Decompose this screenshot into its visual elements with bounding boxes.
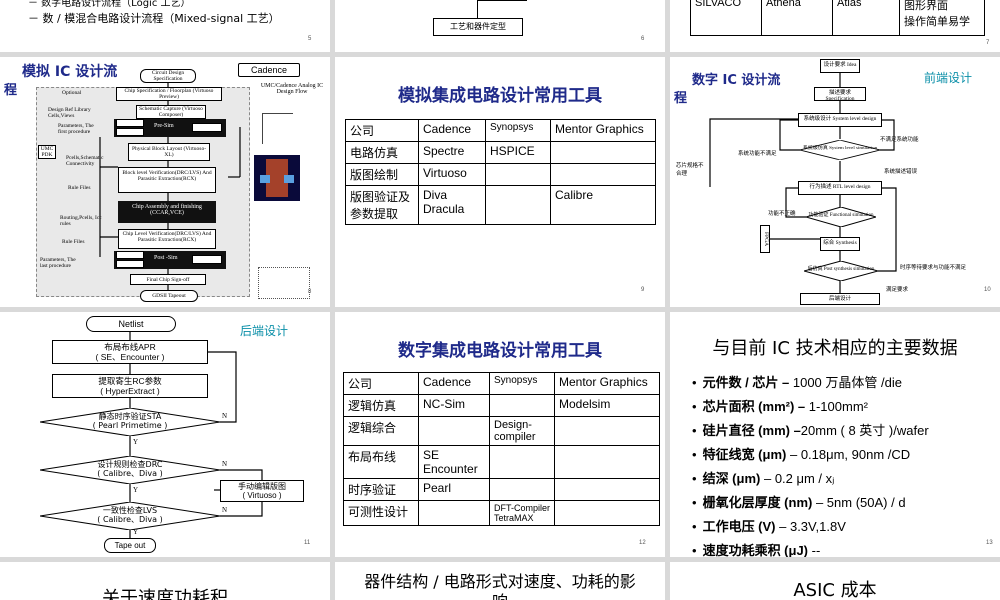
table-cell: Mentor Graphics [554,372,660,395]
table-cell [489,394,555,417]
table-cell: Pearl [418,478,490,501]
slide-13[interactable]: 与目前 IC 技术相应的主要数据 元件数 / 芯片 – 1000 万晶体管 /d… [670,312,1000,557]
table-cell: 逻辑综合 [343,416,419,446]
table-cell [554,500,660,526]
slide-number: 8 [308,289,312,295]
table-cell [489,445,555,479]
list-item: 栅氧化层厚度 (nm) – 5nm (50A) / d [692,492,929,511]
slide-14[interactable]: 关于速度功耗积 [0,562,330,600]
flow-arrows [129,332,263,538]
table-cell: Mentor Graphics [550,119,656,142]
table-cell: HSPICE [485,141,551,164]
table-cell: Spectre [418,141,486,164]
table-cell: Athena [761,0,833,36]
table-cell: Calibre [550,185,656,225]
list-item: 特征线宽 (μm) – 0.18μm, 90nm /CD [692,444,929,463]
table-cell: 布局布线 [343,445,419,479]
slide-number: 11 [304,540,311,546]
slide-number: 13 [986,540,993,546]
connector-line-h [477,0,527,1]
slide-title: 数字集成电路设计常用工具 [398,341,602,361]
table-cell [550,141,656,164]
table-cell [485,163,551,186]
list-item: 速度功耗乘积 (μJ) -- [692,540,929,557]
slide-12[interactable]: 数字集成电路设计常用工具 公司 Cadence Synopsys Mentor … [335,312,665,557]
slide-title: ASIC 成本 [793,580,877,600]
table-cell [554,445,660,479]
table-cell [554,416,660,446]
table-cell: 公司 [343,372,419,395]
list-item: 元件数 / 芯片 – 1000 万晶体管 /die [692,372,929,391]
slide-8[interactable]: 模拟 IC 设计流 程 Cadence UMC/Cadence Analog I… [0,57,330,307]
table-cell: 时序验证 [343,478,419,501]
table-cell: Cadence [418,119,486,142]
table-cell [485,185,551,225]
table-cell: 逻辑仿真 [343,394,419,417]
analog-tools-table: 公司 Cadence Synopsys Mentor Graphics 电路仿真… [345,119,656,225]
process-device-box: 工艺和器件定型 [433,18,523,36]
slide-number: 9 [641,287,645,293]
table-cell: Diva Dracula [418,185,486,225]
list-item: 工作电压 (V) – 3.3V,1.8V [692,516,929,535]
table-cell: Synopsys [489,372,555,395]
table-cell [550,163,656,186]
table-cell [489,478,555,501]
list-item: 硅片直径 (mm) –20mm ( 8 英寸 )/wafer [692,420,929,439]
slide-16[interactable]: ASIC 成本 [670,562,1000,600]
slide-number: 10 [984,287,991,293]
table-cell [554,478,660,501]
flow-arrows [709,73,897,293]
layout-thumbnail [254,155,300,201]
slide-number: 12 [639,540,646,546]
slide-11[interactable]: 后端设计 Netlist 布局布线APR ( SE、Encounter ) 提取… [0,312,330,557]
table-cell: 公司 [345,119,419,142]
layout-grid-thumbnail [258,267,310,299]
slide-title: 模拟集成电路设计常用工具 [398,86,602,106]
slide-6[interactable]: 工艺和器件定型 6 [335,0,665,52]
slide-9[interactable]: 模拟集成电路设计常用工具 公司 Cadence Synopsys Mentor … [335,57,665,307]
table-cell: SILVACO [690,0,762,36]
table-cell [418,500,490,526]
table-cell: Modelsim [554,394,660,417]
slide-title: 关于速度功耗积 [102,588,228,600]
slide-title-2: 响 [335,588,665,600]
table-cell: Atlas [832,0,900,36]
table-cell: 可测性设计 [343,500,419,526]
connector-line [477,0,478,18]
slide-number: 7 [986,40,990,46]
table-cell: SE Encounter [418,445,490,479]
tools-table: SILVACO Athena Atlas 图形界面 操作简单易学 [690,0,985,36]
table-cell [418,416,490,446]
table-cell: 图形界面 操作简单易学 [899,0,985,36]
slide-5-line1: － 数字电路设计流程（Logic 工艺） [28,0,191,9]
schematic-thumbnail [262,113,293,144]
slide-5[interactable]: － 数字电路设计流程（Logic 工艺） － 数 / 模混合电路设计流程（Mix… [0,0,330,52]
table-cell: NC-Sim [418,394,490,417]
tech-data-list: 元件数 / 芯片 – 1000 万晶体管 /die 芯片面积 (mm²) – 1… [692,372,929,557]
slide-number: 6 [641,36,645,42]
table-cell: 电路仿真 [345,141,419,164]
slide-5-line2: － 数 / 模混合电路设计流程（Mixed-signal 工艺） [28,12,280,25]
table-cell: DFT-Compiler TetraMAX [489,500,555,526]
table-cell: Cadence [418,372,490,395]
slide-title: 与目前 IC 技术相应的主要数据 [712,338,958,359]
table-cell: Virtuoso [418,163,486,186]
digital-tools-table: 公司 Cadence Synopsys Mentor Graphics 逻辑仿真… [343,372,660,526]
table-cell: Design- compiler [489,416,555,446]
slide-7[interactable]: SILVACO Athena Atlas 图形界面 操作简单易学 7 [670,0,1000,52]
slide-15[interactable]: 器件结构 / 电路形式对速度、功耗的影 响 [335,562,665,600]
slide-number: 5 [308,36,312,42]
list-item: 芯片面积 (mm²) – 1-100mm² [692,396,929,415]
table-cell: Synopsys [485,119,551,142]
table-cell: 版图绘制 [345,163,419,186]
table-cell: 版图验证及参数提取 [345,185,419,225]
list-item: 结深 (μm) – 0.2 μm / xⱼ [692,468,929,487]
slide-10[interactable]: 数字 IC 设计流 程 前端设计 设计要求 Idea 描述要求 Specific… [670,57,1000,307]
